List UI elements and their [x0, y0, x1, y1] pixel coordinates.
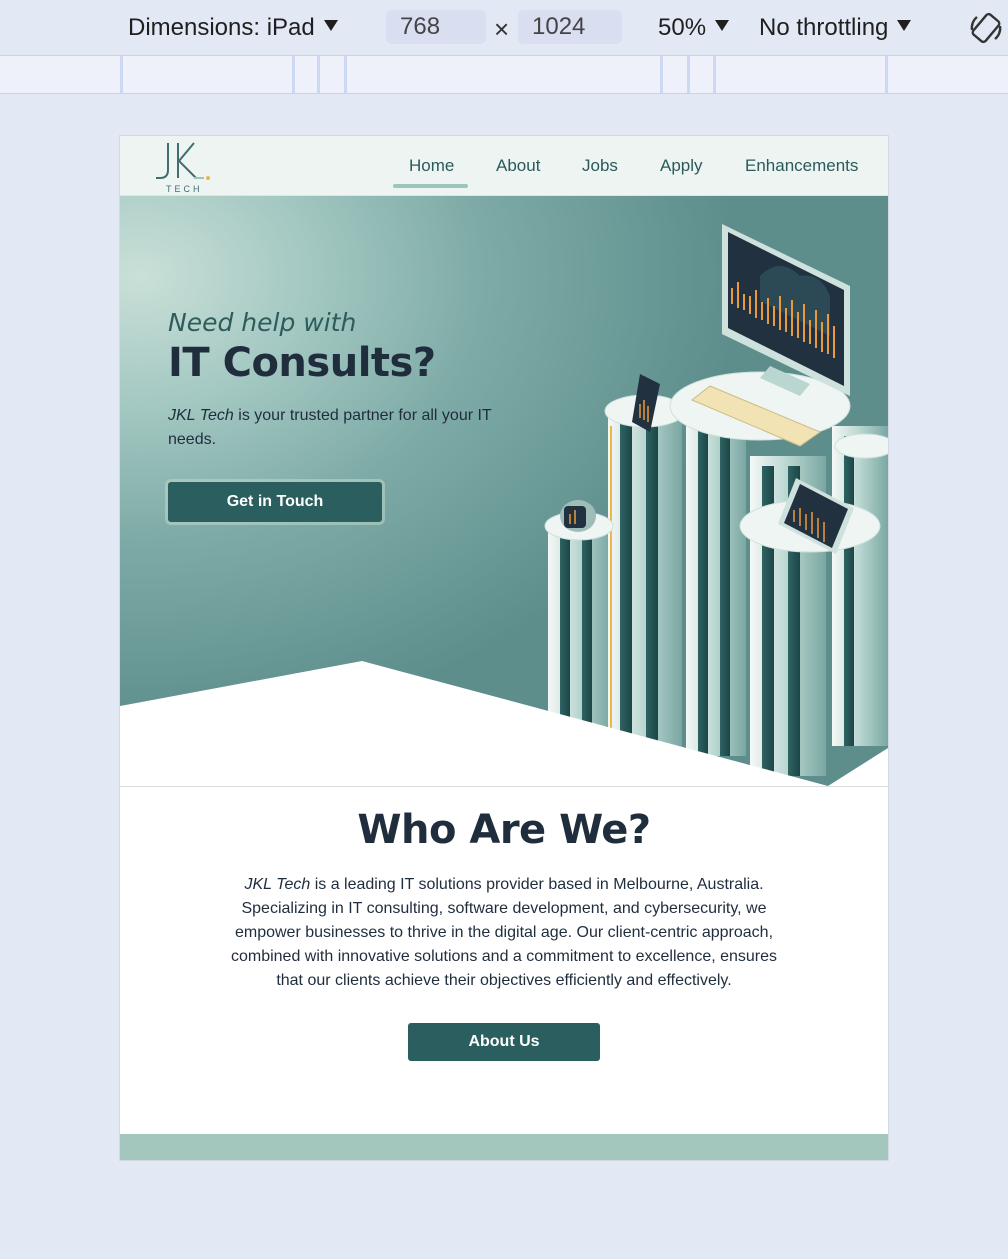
device-viewport: TECH Home About Jobs Apply Enhancements: [120, 136, 888, 1160]
height-input[interactable]: 1024: [518, 10, 622, 44]
brand-name: JKL Tech: [168, 407, 234, 424]
nav-active-indicator: [393, 184, 468, 188]
nav-about[interactable]: About: [496, 156, 540, 176]
throttling-select[interactable]: No throttling: [759, 14, 912, 42]
chevron-down-icon: [323, 20, 338, 31]
media-query-marker: [317, 56, 320, 93]
site-footer: [120, 1134, 888, 1160]
about-section: Who Are We? JKL Tech is a leading IT sol…: [120, 786, 888, 1134]
devtools-toolbar: Dimensions: iPad 768 × 1024 50% No throt…: [0, 0, 1008, 56]
device-dimensions-label: Dimensions: iPad: [128, 14, 315, 41]
monitor-icon: [722, 224, 850, 396]
media-query-marker: [292, 56, 295, 93]
media-query-marker: [660, 56, 663, 93]
device-dimensions-select[interactable]: Dimensions: iPad: [128, 14, 338, 42]
brand-name: JKL Tech: [244, 876, 311, 893]
zoom-select[interactable]: 50%: [658, 14, 730, 42]
site-navbar: TECH Home About Jobs Apply Enhancements: [120, 136, 888, 196]
media-query-marker: [885, 56, 888, 93]
nav-home[interactable]: Home: [409, 156, 454, 176]
logo-subtext: TECH: [166, 184, 203, 194]
chevron-down-icon: [715, 20, 730, 31]
about-body: JKL Tech is a leading IT solutions provi…: [228, 873, 780, 993]
hero-headline: IT Consults?: [168, 340, 436, 386]
media-query-marker: [713, 56, 716, 93]
media-query-marker: [344, 56, 347, 93]
nav-apply[interactable]: Apply: [660, 156, 703, 176]
about-us-button[interactable]: About Us: [408, 1023, 600, 1061]
width-input[interactable]: 768: [386, 10, 486, 44]
jkl-tech-logo[interactable]: TECH: [154, 140, 214, 194]
smartwatch-icon: [560, 500, 596, 532]
about-body-text: is a leading IT solutions provider based…: [230, 876, 778, 989]
nav-enhancements[interactable]: Enhancements: [745, 156, 858, 176]
about-title: Who Are We?: [357, 807, 651, 853]
hero-section: Need help with IT Consults? JKL Tech is …: [120, 196, 888, 786]
media-query-marker: [120, 56, 123, 93]
media-query-marker: [687, 56, 690, 93]
hero-lead: Need help with: [168, 308, 357, 337]
zoom-label: 50%: [658, 14, 707, 41]
hero-tagline: JKL Tech is your trusted partner for all…: [168, 404, 508, 452]
nav-jobs[interactable]: Jobs: [582, 156, 618, 176]
get-in-touch-button[interactable]: Get in Touch: [168, 482, 382, 522]
server-towers: [548, 396, 888, 776]
chevron-down-icon: [897, 20, 912, 31]
throttling-label: No throttling: [759, 14, 889, 41]
media-query-bar[interactable]: [0, 56, 1008, 94]
rotate-icon[interactable]: [968, 10, 1004, 46]
times-icon: ×: [494, 14, 510, 44]
